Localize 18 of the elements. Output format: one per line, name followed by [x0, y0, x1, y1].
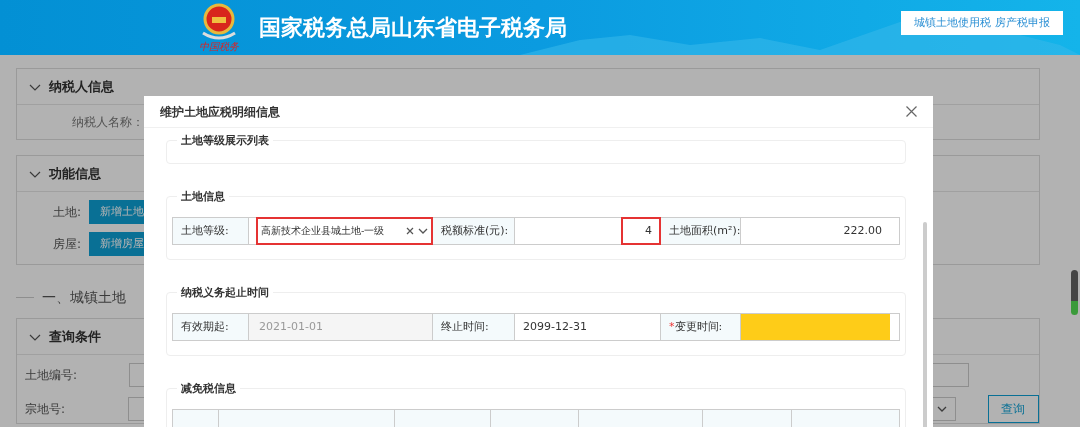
emblem-caption: 中国税务 [199, 41, 239, 52]
page-scrollbar[interactable] [1071, 270, 1078, 315]
field-label: 房屋: [51, 236, 81, 253]
section-title: 查询条件 [49, 327, 101, 346]
field-label: 土地: [51, 204, 81, 221]
field-label: 宗地号: [25, 401, 67, 418]
site-title: 国家税务总局山东省电子税务局 [259, 14, 567, 42]
caret-icon[interactable] [936, 406, 947, 412]
section-title: 纳税人信息 [49, 77, 114, 96]
field-label: 纳税人名称： [72, 114, 144, 131]
nav-button[interactable]: 城镇土地使用税 房产税申报 [901, 11, 1063, 35]
dialog-scrollbar[interactable] [923, 222, 927, 427]
field-label: 土地编号: [25, 367, 79, 384]
query-button[interactable]: 查询 [987, 395, 1039, 423]
section-title: 功能信息 [49, 164, 101, 183]
page-heading: 一、城镇土地 [42, 288, 126, 307]
close-icon[interactable] [906, 106, 917, 117]
dialog-title: 维护土地应税明细信息 [160, 103, 280, 121]
